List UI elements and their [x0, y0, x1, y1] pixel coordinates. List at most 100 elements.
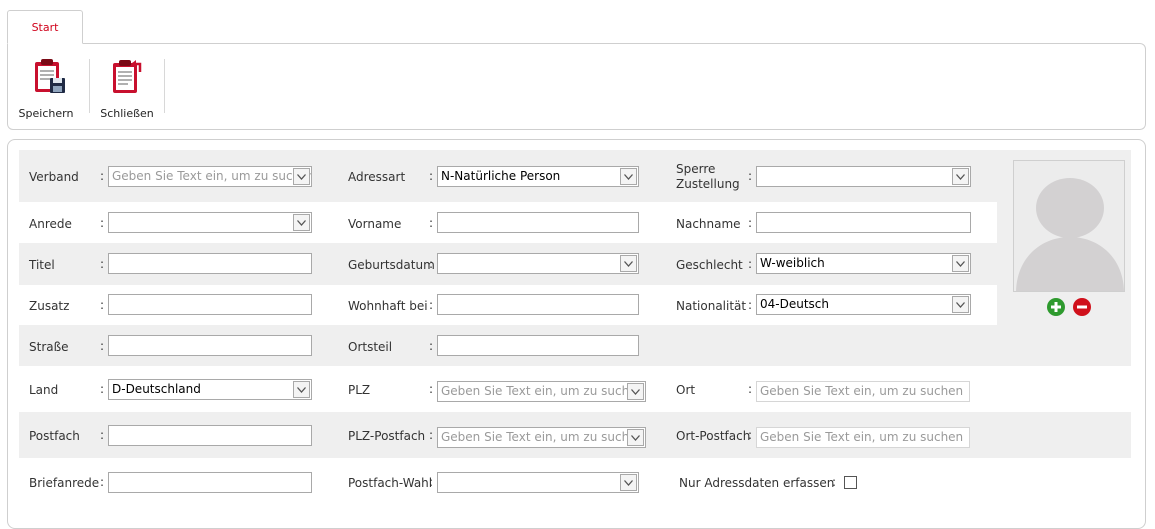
nachname-input[interactable]: [756, 212, 971, 233]
ort-postfach-label: Ort-Postfach: [676, 429, 751, 443]
chevron-down-icon[interactable]: [627, 383, 644, 400]
chevron-down-icon[interactable]: [952, 255, 969, 272]
sperre-zustellung-label-line1: Sperre: [676, 162, 716, 176]
verband-combobox[interactable]: Geben Sie Text ein, um zu suchen: [108, 166, 312, 187]
colon: :: [429, 298, 434, 312]
tab-start[interactable]: Start: [7, 10, 83, 44]
anrede-label: Anrede: [29, 217, 72, 231]
ortsteil-label: Ortsteil: [348, 340, 393, 354]
clipboard-save-icon: [32, 57, 70, 98]
briefanrede-label: Briefanrede: [29, 476, 100, 490]
nur-adressdaten-checkbox[interactable]: [844, 476, 857, 489]
plz-postfach-label: PLZ-Postfach: [348, 429, 426, 443]
avatar-placeholder-icon: [1014, 161, 1124, 291]
colon: :: [429, 216, 434, 230]
chevron-down-icon[interactable]: [620, 474, 637, 491]
geschlecht-select[interactable]: W-weiblich: [756, 253, 971, 274]
nationalitaet-value: 04-Deutsch: [760, 297, 829, 311]
colon: :: [748, 382, 753, 396]
colon: :: [100, 257, 105, 271]
land-label: Land: [29, 383, 59, 397]
colon: :: [748, 428, 753, 442]
close-button-label: Schließen: [100, 107, 154, 120]
colon: :: [748, 257, 753, 271]
zusatz-label: Zusatz: [29, 299, 70, 313]
titel-label: Titel: [29, 258, 55, 272]
colon: :: [100, 428, 105, 442]
geschlecht-label: Geschlecht: [676, 258, 743, 272]
colon: :: [429, 428, 434, 442]
geburtsdatum-picker[interactable]: [437, 253, 639, 274]
colon: :: [748, 216, 753, 230]
colon: :: [100, 382, 105, 396]
sperre-zustellung-select[interactable]: [756, 166, 971, 187]
postfach-label: Postfach: [29, 429, 80, 443]
strasse-input[interactable]: [108, 335, 312, 356]
colon: :: [748, 298, 753, 312]
colon: :: [429, 339, 434, 353]
geschlecht-value: W-weiblich: [760, 256, 825, 270]
colon: :: [429, 169, 434, 183]
colon: :: [100, 298, 105, 312]
clipboard-close-icon: [110, 57, 148, 98]
vorname-input[interactable]: [437, 212, 639, 233]
plz-postfach-placeholder: Geben Sie Text ein, um zu suchen: [441, 430, 645, 444]
chevron-down-icon[interactable]: [620, 168, 637, 185]
close-button[interactable]: Schließen: [96, 44, 158, 129]
ribbon-toolbar: Speichern Schließen: [7, 43, 1146, 130]
plz-combobox[interactable]: Geben Sie Text ein, um zu suchen: [437, 381, 646, 402]
chevron-down-icon[interactable]: [627, 429, 644, 446]
toolbar-divider: [89, 59, 90, 113]
photo-frame: [1013, 160, 1125, 292]
nur-adressdaten-label: Nur Adressdaten erfassen: [679, 476, 835, 490]
colon: :: [100, 169, 105, 183]
chevron-down-icon[interactable]: [952, 168, 969, 185]
adressart-select[interactable]: N-Natürliche Person: [437, 166, 639, 187]
ort-postfach-input[interactable]: Geben Sie Text ein, um zu suchen: [756, 427, 970, 448]
postfach-wahl-select[interactable]: [437, 472, 639, 493]
zusatz-input[interactable]: [108, 294, 312, 315]
save-button[interactable]: Speichern: [14, 44, 78, 129]
land-select[interactable]: D-Deutschland: [108, 379, 312, 400]
nationalitaet-select[interactable]: 04-Deutsch: [756, 294, 971, 315]
colon: :: [100, 216, 105, 230]
anrede-select[interactable]: [108, 212, 312, 233]
geburtsdatum-label: Geburtsdatum: [348, 258, 435, 272]
colon: :: [100, 339, 105, 353]
ort-label: Ort: [676, 383, 696, 397]
colon: :: [429, 382, 434, 396]
briefanrede-input[interactable]: [108, 472, 312, 493]
colon: :: [832, 475, 837, 489]
chevron-down-icon[interactable]: [620, 255, 637, 272]
colon: :: [429, 475, 434, 489]
adressart-value: N-Natürliche Person: [441, 169, 561, 183]
chevron-down-icon[interactable]: [293, 168, 310, 185]
chevron-down-icon[interactable]: [293, 381, 310, 398]
strasse-label: Straße: [29, 340, 69, 354]
chevron-down-icon[interactable]: [293, 214, 310, 231]
minus-circle-icon[interactable]: [1073, 298, 1091, 316]
adressart-label: Adressart: [348, 170, 406, 184]
colon: :: [100, 475, 105, 489]
wohnhaft-bei-input[interactable]: [437, 294, 639, 315]
ortsteil-input[interactable]: [437, 335, 639, 356]
verband-label: Verband: [29, 170, 79, 184]
verband-placeholder: Geben Sie Text ein, um zu suchen: [112, 169, 312, 183]
plz-placeholder: Geben Sie Text ein, um zu suchen: [441, 384, 645, 398]
nationalitaet-label: Nationalität: [676, 299, 747, 313]
chevron-down-icon[interactable]: [952, 296, 969, 313]
vorname-label: Vorname: [348, 217, 402, 231]
nachname-label: Nachname: [676, 217, 741, 231]
save-button-label: Speichern: [18, 107, 74, 120]
postfach-wahl-label: Postfach-Wahl: [348, 476, 433, 490]
sperre-zustellung-label-line2: Zustellung: [676, 177, 740, 191]
plus-circle-icon[interactable]: [1047, 298, 1065, 316]
land-value: D-Deutschland: [112, 382, 201, 396]
colon: :: [748, 169, 753, 183]
plz-postfach-combobox[interactable]: Geben Sie Text ein, um zu suchen: [437, 427, 646, 448]
plz-label: PLZ: [348, 383, 371, 397]
postfach-input[interactable]: [108, 425, 312, 446]
ort-input[interactable]: Geben Sie Text ein, um zu suchen: [756, 381, 970, 402]
titel-input[interactable]: [108, 253, 312, 274]
colon: :: [429, 257, 434, 271]
